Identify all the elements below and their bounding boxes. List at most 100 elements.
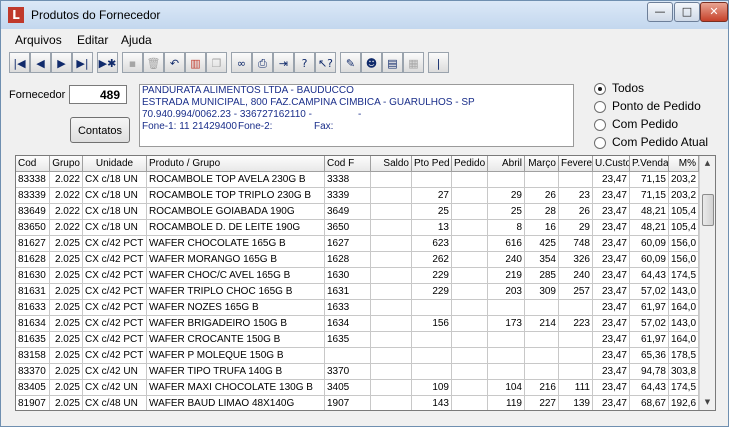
column-header-12[interactable]: P.Venda (630, 156, 669, 172)
close-button[interactable]: ✕ (700, 2, 728, 22)
table-cell: 23,47 (593, 380, 630, 396)
column-header-9[interactable]: Março (525, 156, 559, 172)
filter-option-3[interactable]: Com Pedido Atual (594, 135, 724, 151)
column-header-1[interactable]: Grupo (50, 156, 83, 172)
column-header-10[interactable]: Feverei (559, 156, 593, 172)
table-row[interactable]: 83405 2.025 CX c/42 UN WAFER MAXI CHOCOLATE… (16, 380, 699, 396)
insert-record-button[interactable]: ▶✱ (97, 52, 118, 73)
table-cell: 2.022 (50, 220, 83, 236)
scroll-thumb[interactable] (702, 194, 714, 226)
table-cell: 174,5 (669, 380, 699, 396)
books-button[interactable]: ▥ (185, 52, 206, 73)
table-cell: 223 (559, 316, 593, 332)
minimize-button[interactable]: — (647, 2, 673, 22)
table-cell (452, 284, 488, 300)
print-button[interactable]: ⎙ (252, 52, 273, 73)
table-cell: ROCAMBOLE GOIABADA 190G (147, 204, 325, 220)
table-row[interactable]: 81633 2.025 CX c/42 PCT WAFER NOZES 165G B1… (16, 300, 699, 316)
menu-ajuda[interactable]: Ajuda (121, 33, 152, 47)
table-cell (452, 172, 488, 188)
table-cell: 81631 (16, 284, 50, 300)
table-row[interactable]: 81635 2.025 CX c/42 PCT WAFER CROCANTE 150G… (16, 332, 699, 348)
column-header-3[interactable]: Produto / Grupo (147, 156, 325, 172)
table-row[interactable]: 81630 2.025 CX c/42 PCT WAFER CHOC/C AVEL 1… (16, 268, 699, 284)
column-header-4[interactable]: Cod F (325, 156, 371, 172)
table-cell: ROCAMBOLE TOP TRIPLO 230G B (147, 188, 325, 204)
last-record-button[interactable]: ▶| (72, 52, 93, 73)
table-row[interactable]: 81907 2.025 CX c/48 UN WAFER BAUD LIMAO 48X… (16, 396, 699, 410)
table-row[interactable]: 83649 2.022 CX c/18 UN ROCAMBOLE GOIABADA 1… (16, 204, 699, 220)
table-cell: 227 (525, 396, 559, 410)
notes-icon: ✎ (345, 57, 356, 70)
title-bar[interactable]: L Produtos do Fornecedor — □ ✕ (1, 1, 728, 29)
table-cell: 229 (412, 284, 452, 300)
copy-button[interactable]: ❐ (206, 52, 227, 73)
exit-door-button[interactable]: ⇥ (273, 52, 294, 73)
scroll-down-icon[interactable]: ▼ (701, 396, 714, 409)
column-header-7[interactable]: Pedido (452, 156, 488, 172)
supplier-address: ESTRADA MUNICIPAL, 800 FAZ.CAMPINA CIMBI… (142, 97, 475, 108)
column-header-0[interactable]: Cod (16, 156, 50, 172)
report-button[interactable]: ▤ (382, 52, 403, 73)
contatos-button[interactable]: Contatos (70, 117, 130, 143)
next-record-button[interactable]: ▶ (51, 52, 72, 73)
column-header-11[interactable]: U.Custo (593, 156, 630, 172)
table-cell: CX c/18 UN (83, 204, 147, 220)
table-cell: 156,0 (669, 252, 699, 268)
delete-button[interactable]: 🗑 (143, 52, 164, 73)
column-header-8[interactable]: Abril (488, 156, 525, 172)
column-header-13[interactable]: M% (669, 156, 699, 172)
table-row[interactable]: 81631 2.025 CX c/42 PCT WAFER TRIPLO CHOC 1… (16, 284, 699, 300)
user-lookup-button[interactable]: ☻ (361, 52, 382, 73)
table-row[interactable]: 83338 2.022 CX c/18 UN ROCAMBOLE TOP AVELA … (16, 172, 699, 188)
first-record-button[interactable]: |◀ (9, 52, 30, 73)
table-row[interactable]: 83339 2.022 CX c/18 UN ROCAMBOLE TOP TRIPLO… (16, 188, 699, 204)
grid-vertical-scrollbar[interactable]: ▲ ▼ (699, 156, 715, 410)
table-row[interactable]: 81627 2.025 CX c/42 PCT WAFER CHOCOLATE 165… (16, 236, 699, 252)
table-cell: 81630 (16, 268, 50, 284)
app-logo-icon[interactable]: L (8, 7, 24, 23)
help-button[interactable]: ? (294, 52, 315, 73)
radio-button-icon[interactable] (594, 119, 606, 131)
scroll-up-icon[interactable]: ▲ (701, 157, 714, 170)
table-cell: 23,47 (593, 396, 630, 410)
notes-button[interactable]: ✎ (340, 52, 361, 73)
table-cell: 2.022 (50, 204, 83, 220)
table-cell: CX c/42 PCT (83, 316, 147, 332)
table-cell: 2.025 (50, 332, 83, 348)
table-row[interactable]: 83370 2.025 CX c/42 UN WAFER TIPO TRUFA 140… (16, 364, 699, 380)
filter-option-0[interactable]: Todos (594, 81, 724, 97)
undo-button[interactable]: ↶ (164, 52, 185, 73)
table-cell: 748 (559, 236, 593, 252)
table-cell (371, 332, 412, 348)
report-print-button[interactable]: ▦ (403, 52, 424, 73)
table-cell (452, 300, 488, 316)
table-row[interactable]: 83158 2.025 CX c/42 PCT WAFER P MOLEQUE 150… (16, 348, 699, 364)
table-row[interactable]: 81634 2.025 CX c/42 PCT WAFER BRIGADEIRO 15… (16, 316, 699, 332)
binoculars-button[interactable]: ∞ (231, 52, 252, 73)
table-cell (412, 300, 452, 316)
filter-option-2[interactable]: Com Pedido (594, 117, 724, 133)
menu-editar[interactable]: Editar (77, 33, 108, 47)
column-header-6[interactable]: Pto Ped (412, 156, 452, 172)
table-row[interactable]: 81628 2.025 CX c/42 PCT WAFER MORANGO 165G … (16, 252, 699, 268)
column-header-5[interactable]: Saldo (371, 156, 412, 172)
column-header-2[interactable]: Unidade (83, 156, 147, 172)
radio-button-icon[interactable] (594, 137, 606, 149)
save-button[interactable]: ▪ (122, 52, 143, 73)
table-cell: CX c/18 UN (83, 188, 147, 204)
table-cell: 61,97 (630, 332, 669, 348)
separator-bar-button[interactable]: | (428, 52, 449, 73)
menu-arquivos[interactable]: Arquivos (15, 33, 62, 47)
maximize-button[interactable]: □ (674, 2, 700, 22)
table-row[interactable]: 83650 2.022 CX c/18 UN ROCAMBOLE D. DE LEIT… (16, 220, 699, 236)
fornecedor-code-field[interactable]: 489 (69, 85, 127, 104)
filter-option-1[interactable]: Ponto de Pedido (594, 99, 724, 115)
radio-button-icon[interactable] (594, 101, 606, 113)
prev-record-button[interactable]: ◀ (30, 52, 51, 73)
table-cell: 229 (412, 268, 452, 284)
radio-button-icon[interactable] (594, 83, 606, 95)
products-grid[interactable]: Cod Grupo Unidade Produto / Grupo Cod F Saldo… (15, 155, 716, 411)
table-cell: CX c/18 UN (83, 172, 147, 188)
context-help-button[interactable]: ↖? (315, 52, 336, 73)
